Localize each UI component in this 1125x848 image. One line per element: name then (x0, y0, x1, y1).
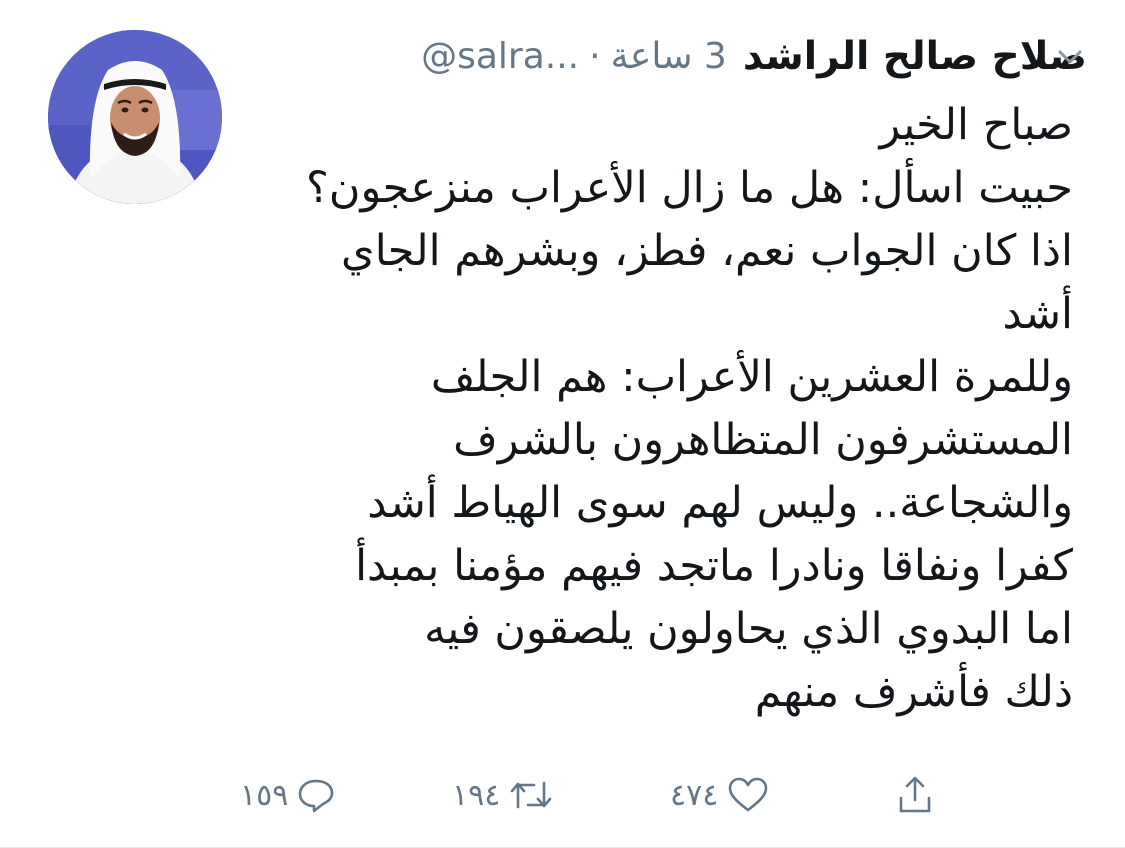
retweet-button[interactable]: ١٩٤ (452, 775, 554, 815)
timestamp[interactable]: 3 ساعة (611, 36, 727, 77)
tweet-line: والشجاعة.. وليس لهم سوى الهياط أشد (367, 478, 1073, 528)
share-upload-icon (895, 774, 935, 816)
tweet-line: المستشرفون المتظاهرون بالشرف (453, 415, 1073, 465)
handle[interactable]: @salra... (421, 36, 579, 77)
reply-count: ١٥٩ (240, 777, 289, 813)
reply-button[interactable]: ١٥٩ (240, 775, 336, 815)
tweet-line: اذا كان الجواب نعم، فطز، وبشرهم الجاي (341, 226, 1073, 276)
tweet-text: صباح الخير حبيت اسأل: هل ما زال الأعراب … (250, 94, 1073, 724)
like-count: ٤٧٤ (670, 777, 719, 813)
display-name[interactable]: صلاح صالح الراشد (743, 34, 1087, 79)
tweet-actions: ١٥٩ ١٩٤ ٤٧٤ (240, 765, 1085, 825)
share-button[interactable] (895, 774, 935, 816)
avatar-photo (48, 30, 222, 204)
tweet-line: صباح الخير (879, 100, 1073, 150)
tweet-line: اما البدوي الذي يحاولون يلصقون فيه (424, 604, 1073, 654)
tweet-line: أشد (1002, 289, 1073, 339)
reply-bubble-icon (296, 775, 336, 815)
tweet-line: حبيت اسأل: هل ما زال الأعراب منزعجون؟ (306, 163, 1073, 213)
tweet-line: وللمرة العشرين الأعراب: هم الجلف (430, 352, 1073, 402)
tweet-header: صلاح صالح الراشد @salra... · 3 ساعة (240, 24, 1087, 88)
chevron-down-icon[interactable] (1053, 40, 1087, 74)
avatar[interactable] (48, 30, 222, 204)
retweet-icon (508, 775, 554, 815)
tweet-line: ذلك فأشرف منهم (754, 667, 1073, 717)
tweet-line: كفرا ونفاقا ونادرا ماتجد فيهم مؤمنا بمبد… (355, 541, 1073, 591)
retweet-count: ١٩٤ (452, 777, 501, 813)
like-button[interactable]: ٤٧٤ (670, 775, 770, 815)
separator-dot: · (589, 35, 601, 77)
heart-icon (726, 775, 770, 815)
tweet-card[interactable]: صلاح صالح الراشد @salra... · 3 ساعة صباح… (0, 0, 1125, 848)
handle-time-group: @salra... · 3 ساعة (421, 36, 727, 77)
